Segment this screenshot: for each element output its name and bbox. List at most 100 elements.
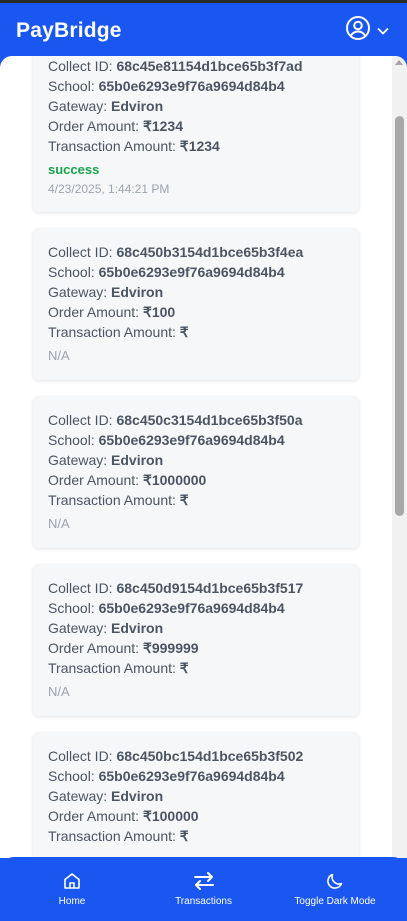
- collect-id-row: Collect ID: 68c450c3154d1bce65b3f50a: [48, 410, 344, 430]
- chevron-down-icon: [377, 22, 389, 40]
- transaction-list: Collect ID: 68c45e81154d1bce65b3f7ad Scho…: [33, 56, 359, 858]
- order-amount-row: Order Amount: ₹1000000: [48, 470, 344, 490]
- transaction-amount-row: Transaction Amount: ₹: [48, 826, 344, 846]
- school-id-label: School:: [48, 78, 95, 94]
- transaction-card[interactable]: Collect ID: 68c450bc154d1bce65b3f502 Scho…: [33, 732, 359, 858]
- app-header: PayBridge: [0, 3, 407, 58]
- school-id-value: 65b0e6293e9f76a9694d84b4: [98, 264, 285, 280]
- status-badge: N/A: [48, 516, 70, 531]
- collect-id-label: Collect ID:: [48, 580, 113, 596]
- collect-id-value: 68c450d9154d1bce65b3f517: [116, 580, 304, 596]
- transaction-amount-row: Transaction Amount: ₹: [48, 658, 344, 678]
- school-id-row: School: 65b0e6293e9f76a9694d84b4: [48, 76, 344, 96]
- collect-id-value: 68c450b3154d1bce65b3f4ea: [116, 244, 304, 260]
- transaction-amount-label: Transaction Amount:: [48, 324, 176, 340]
- gateway-label: Gateway:: [48, 788, 108, 804]
- gateway-label: Gateway:: [48, 452, 108, 468]
- school-id-label: School:: [48, 432, 95, 448]
- order-amount-label: Order Amount:: [48, 304, 140, 320]
- main-content: Collect ID: 68c45e81154d1bce65b3f7ad Scho…: [0, 56, 407, 858]
- user-circle-icon: [345, 15, 371, 46]
- gateway-value: Edviron: [111, 98, 164, 114]
- order-amount-value: ₹999999: [142, 640, 199, 656]
- school-id-row: School: 65b0e6293e9f76a9694d84b4: [48, 262, 344, 282]
- transaction-card[interactable]: Collect ID: 68c450c3154d1bce65b3f50a Scho…: [33, 396, 359, 548]
- gateway-row: Gateway: Edviron: [48, 786, 344, 806]
- school-id-value: 65b0e6293e9f76a9694d84b4: [98, 600, 285, 616]
- order-amount-value: ₹100: [142, 304, 176, 320]
- transaction-amount-label: Transaction Amount:: [48, 660, 176, 676]
- scroll-up-arrow-icon[interactable]: [395, 60, 403, 65]
- transaction-card[interactable]: Collect ID: 68c450d9154d1bce65b3f517 Scho…: [33, 564, 359, 716]
- scrollbar[interactable]: [392, 56, 407, 858]
- collect-id-row: Collect ID: 68c45e81154d1bce65b3f7ad: [48, 56, 344, 76]
- school-id-value: 65b0e6293e9f76a9694d84b4: [98, 768, 285, 784]
- nav-home-label: Home: [58, 896, 86, 907]
- home-icon: [62, 871, 82, 891]
- gateway-label: Gateway:: [48, 284, 108, 300]
- nav-transactions-label: Transactions: [175, 896, 232, 907]
- school-id-label: School:: [48, 600, 95, 616]
- school-id-label: School:: [48, 768, 95, 784]
- order-amount-row: Order Amount: ₹100: [48, 302, 344, 322]
- account-menu-button[interactable]: [345, 15, 389, 46]
- collect-id-row: Collect ID: 68c450bc154d1bce65b3f502: [48, 746, 344, 766]
- nav-transactions-button[interactable]: Transactions: [144, 871, 264, 907]
- transaction-amount-value: ₹: [179, 828, 189, 844]
- school-id-row: School: 65b0e6293e9f76a9694d84b4: [48, 430, 344, 450]
- school-id-value: 65b0e6293e9f76a9694d84b4: [98, 78, 285, 94]
- gateway-label: Gateway:: [48, 98, 108, 114]
- nav-dark-mode-label: Toggle Dark Mode: [294, 896, 376, 907]
- gateway-value: Edviron: [111, 620, 164, 636]
- transaction-card[interactable]: Collect ID: 68c450b3154d1bce65b3f4ea Scho…: [33, 228, 359, 380]
- gateway-label: Gateway:: [48, 620, 108, 636]
- status-badge: N/A: [48, 348, 70, 363]
- gateway-row: Gateway: Edviron: [48, 282, 344, 302]
- timestamp: 4/23/2025, 1:44:21 PM: [48, 182, 170, 196]
- scrollbar-thumb[interactable]: [395, 116, 404, 516]
- collect-id-label: Collect ID:: [48, 244, 113, 260]
- collect-id-value: 68c45e81154d1bce65b3f7ad: [116, 58, 303, 74]
- collect-id-label: Collect ID:: [48, 58, 113, 74]
- transaction-amount-label: Transaction Amount:: [48, 138, 176, 154]
- transaction-amount-value: ₹: [179, 324, 189, 340]
- gateway-value: Edviron: [111, 452, 164, 468]
- collect-id-value: 68c450c3154d1bce65b3f50a: [116, 412, 303, 428]
- app-title: PayBridge: [16, 18, 122, 42]
- order-amount-label: Order Amount:: [48, 640, 140, 656]
- transaction-amount-label: Transaction Amount:: [48, 828, 176, 844]
- bottom-navigation: Home Transactions Toggle Dark Mode: [0, 857, 407, 921]
- collect-id-label: Collect ID:: [48, 748, 113, 764]
- order-amount-label: Order Amount:: [48, 118, 140, 134]
- status-badge: N/A: [48, 684, 70, 699]
- transaction-amount-value: ₹1234: [179, 138, 220, 154]
- order-amount-label: Order Amount:: [48, 472, 140, 488]
- swap-arrows-icon: [193, 871, 215, 891]
- collect-id-row: Collect ID: 68c450d9154d1bce65b3f517: [48, 578, 344, 598]
- transaction-amount-value: ₹: [179, 492, 189, 508]
- moon-icon: [325, 871, 345, 891]
- order-amount-row: Order Amount: ₹999999: [48, 638, 344, 658]
- collect-id-value: 68c450bc154d1bce65b3f502: [116, 748, 304, 764]
- gateway-row: Gateway: Edviron: [48, 450, 344, 470]
- school-id-row: School: 65b0e6293e9f76a9694d84b4: [48, 598, 344, 618]
- school-id-row: School: 65b0e6293e9f76a9694d84b4: [48, 766, 344, 786]
- order-amount-row: Order Amount: ₹100000: [48, 806, 344, 826]
- order-amount-value: ₹100000: [142, 808, 199, 824]
- gateway-row: Gateway: Edviron: [48, 618, 344, 638]
- transaction-card[interactable]: Collect ID: 68c45e81154d1bce65b3f7ad Scho…: [33, 56, 359, 212]
- transaction-amount-value: ₹: [179, 660, 189, 676]
- transaction-amount-label: Transaction Amount:: [48, 492, 176, 508]
- gateway-value: Edviron: [111, 284, 164, 300]
- nav-home-button[interactable]: Home: [12, 871, 132, 907]
- nav-dark-mode-button[interactable]: Toggle Dark Mode: [275, 871, 395, 907]
- transactions-scroll-area[interactable]: Collect ID: 68c45e81154d1bce65b3f7ad Scho…: [0, 56, 392, 858]
- status-badge: success: [48, 162, 100, 177]
- order-amount-value: ₹1000000: [142, 472, 207, 488]
- transaction-amount-row: Transaction Amount: ₹: [48, 322, 344, 342]
- school-id-value: 65b0e6293e9f76a9694d84b4: [98, 432, 285, 448]
- order-amount-value: ₹1234: [142, 118, 183, 134]
- collect-id-row: Collect ID: 68c450b3154d1bce65b3f4ea: [48, 242, 344, 262]
- transaction-amount-row: Transaction Amount: ₹1234: [48, 136, 344, 156]
- school-id-label: School:: [48, 264, 95, 280]
